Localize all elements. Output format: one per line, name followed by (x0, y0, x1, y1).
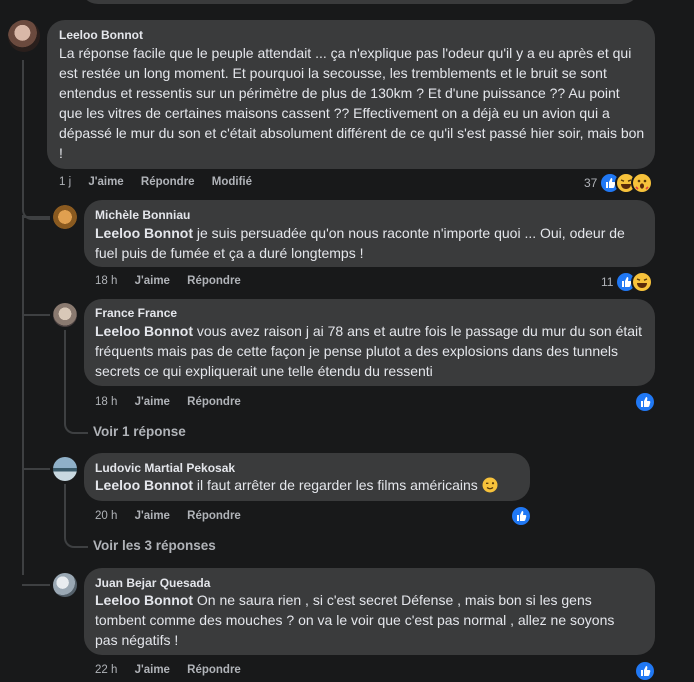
mention-link[interactable]: Leeloo Bonnot (95, 323, 193, 339)
avatar[interactable] (53, 457, 77, 481)
comment-text: Leeloo Bonnot On ne saura rien , si c'es… (95, 590, 625, 650)
reaction-summary[interactable]: 37 (584, 172, 654, 194)
like-button[interactable]: J'aime (88, 176, 123, 188)
avatar[interactable] (8, 20, 40, 52)
comment-actions: 18 h J'aime Répondre (95, 275, 255, 287)
reply-button[interactable]: Répondre (141, 176, 195, 188)
comment-actions: 22 h J'aime Répondre (95, 664, 255, 676)
comment-author[interactable]: Juan Bejar Quesada (95, 576, 210, 590)
previous-bubble-edge (80, 0, 640, 4)
mention-link[interactable]: Leeloo Bonnot (95, 225, 193, 241)
thread-connector (22, 60, 50, 220)
like-icon (634, 391, 656, 413)
thread-branch (22, 216, 50, 218)
reaction-summary[interactable] (634, 660, 656, 682)
thread-branch (22, 314, 50, 316)
reply-button[interactable]: Répondre (187, 275, 241, 287)
comment-time[interactable]: 1 j (59, 176, 71, 188)
reply-button[interactable]: Répondre (187, 396, 241, 408)
like-button[interactable]: J'aime (135, 396, 170, 408)
view-replies-link[interactable]: Voir 1 réponse (93, 424, 186, 439)
comment-actions: 20 h J'aime Répondre (95, 510, 255, 522)
reaction-summary[interactable] (510, 505, 532, 527)
comment-time[interactable]: 22 h (95, 664, 117, 676)
comment-text: Leeloo Bonnot je suis persuadée qu'on no… (95, 223, 645, 263)
thread-branch (22, 468, 50, 470)
replies-connector (64, 484, 88, 548)
comment-text: Leeloo Bonnot il faut arrêter de regarde… (95, 475, 525, 498)
comment-text: Leeloo Bonnot vous avez raison j ai 78 a… (95, 321, 645, 381)
view-replies-link[interactable]: Voir les 3 réponses (93, 538, 216, 553)
thread-branch (22, 584, 50, 586)
mention-link[interactable]: Leeloo Bonnot (95, 592, 193, 608)
wink-emoji (482, 477, 498, 498)
like-button[interactable]: J'aime (135, 510, 170, 522)
comment-author[interactable]: France France (95, 306, 177, 320)
comment-author[interactable]: Michèle Bonniau (95, 208, 190, 222)
avatar[interactable] (53, 205, 77, 229)
like-icon (510, 505, 532, 527)
thread-connector (22, 270, 48, 316)
reply-button[interactable]: Répondre (187, 510, 241, 522)
comment-body: il faut arrêter de regarder les films am… (193, 477, 482, 493)
like-button[interactable]: J'aime (135, 275, 170, 287)
comment-author[interactable]: Ludovic Martial Pekosak (95, 461, 235, 475)
reaction-summary[interactable] (634, 391, 656, 413)
like-icon (634, 660, 656, 682)
like-button[interactable]: J'aime (135, 664, 170, 676)
comment-actions: 18 h J'aime Répondre (95, 396, 255, 408)
mention-link[interactable]: Leeloo Bonnot (95, 477, 193, 493)
reply-button[interactable]: Répondre (187, 664, 241, 676)
laugh-icon (631, 271, 654, 293)
reaction-count: 37 (584, 176, 598, 190)
reaction-summary[interactable]: 11 (601, 271, 654, 293)
reaction-count: 11 (601, 275, 614, 289)
wow-icon (631, 172, 654, 194)
avatar[interactable] (53, 303, 77, 327)
comment-actions: 1 j J'aime Répondre Modifié (59, 176, 266, 188)
comment-time[interactable]: 18 h (95, 396, 117, 408)
comment-text: La réponse facile que le peuple attendai… (59, 45, 645, 161)
comment-author[interactable]: Leeloo Bonnot (59, 28, 143, 42)
avatar[interactable] (53, 573, 77, 597)
edited-label[interactable]: Modifié (212, 176, 252, 188)
comment-time[interactable]: 20 h (95, 510, 117, 522)
comment-time[interactable]: 18 h (95, 275, 117, 287)
thread-line (22, 215, 24, 575)
